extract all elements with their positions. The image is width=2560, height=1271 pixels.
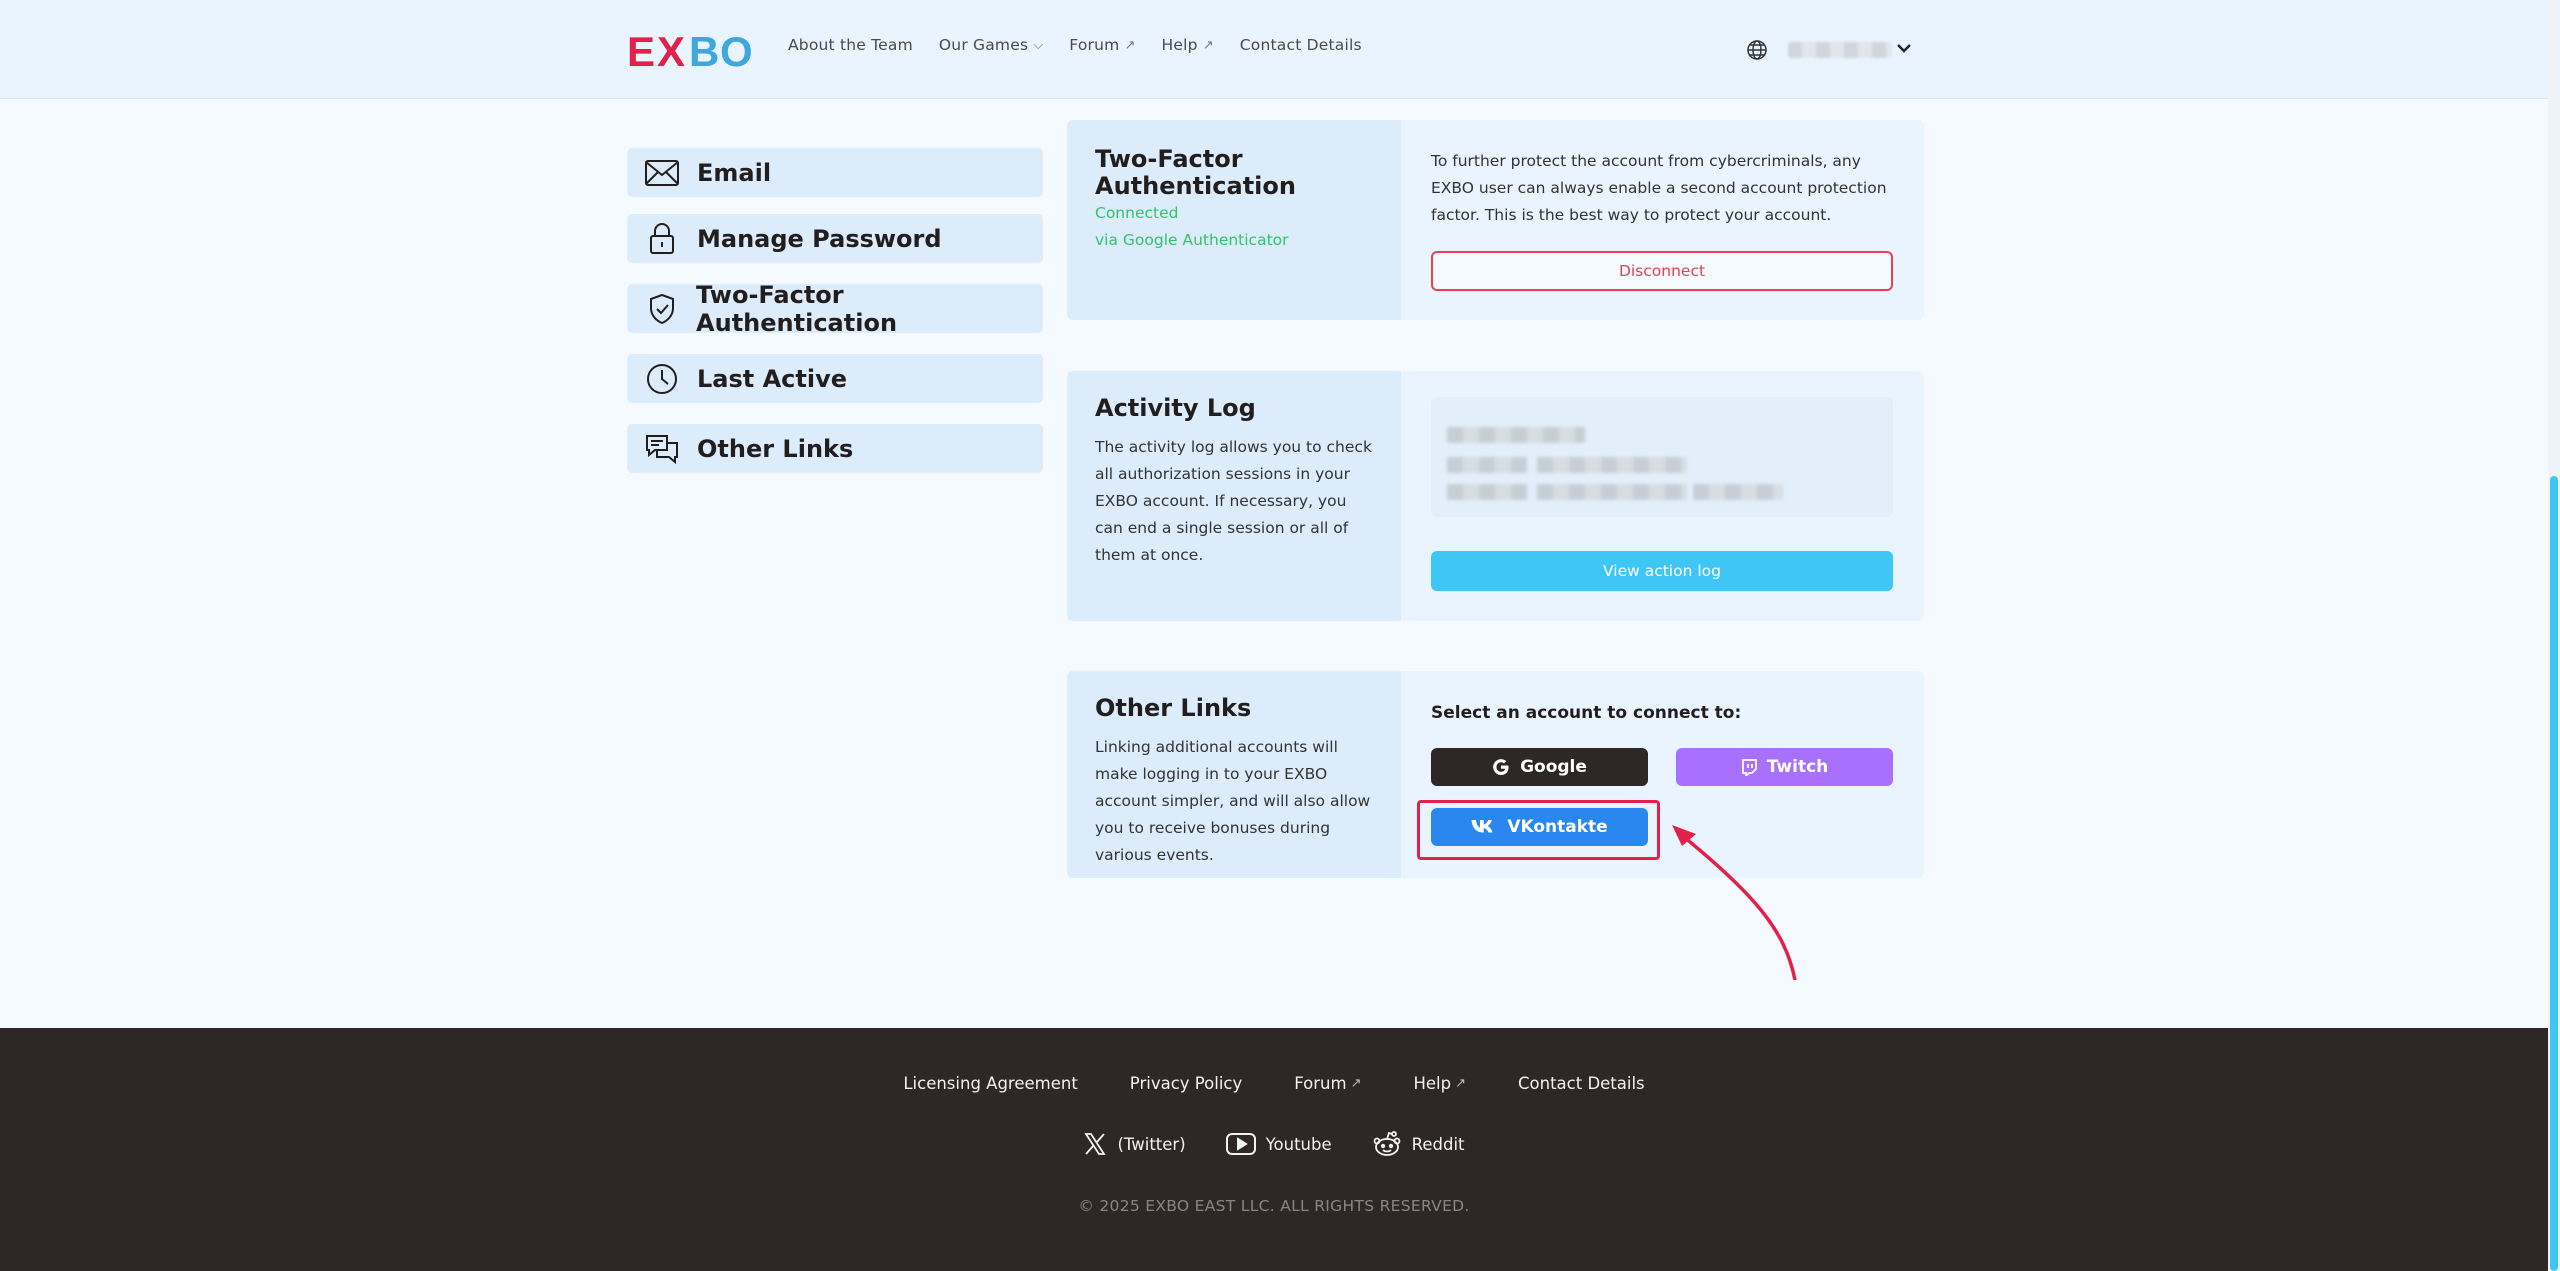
- lock-icon: [645, 222, 679, 255]
- svg-text:B: B: [689, 28, 719, 72]
- disconnect-button[interactable]: Disconnect: [1431, 251, 1893, 291]
- other-links-title: Other Links: [1095, 694, 1252, 722]
- globe-icon[interactable]: [1746, 39, 1768, 61]
- shield-check-icon: [645, 293, 678, 325]
- nav-help[interactable]: Help ↗: [1162, 36, 1214, 54]
- external-link-icon: ↗: [1455, 1076, 1466, 1091]
- annotation-arrow: [1672, 825, 1797, 980]
- two-factor-method: via Google Authenticator: [1095, 231, 1289, 249]
- chevron-down-icon: ⌵: [1033, 37, 1044, 53]
- view-action-log-button[interactable]: View action log: [1431, 551, 1893, 591]
- activity-log-description: The activity log allows you to check all…: [1095, 438, 1372, 564]
- footer-link-help[interactable]: Help ↗: [1413, 1074, 1466, 1093]
- google-icon: [1493, 759, 1509, 775]
- footer-links: Licensing Agreement Privacy Policy Forum…: [0, 1074, 2548, 1093]
- chat-icon: [645, 433, 679, 465]
- annotation-highlight-box: [1417, 800, 1660, 860]
- activity-log-card: Activity Log The activity log allows you…: [1067, 371, 1924, 621]
- external-link-icon: ↗: [1350, 1076, 1362, 1091]
- sidebar-item-label: Email: [697, 158, 772, 187]
- clock-icon: [645, 363, 679, 395]
- footer-youtube-link[interactable]: Youtube: [1225, 1130, 1332, 1158]
- connect-twitch-button[interactable]: Twitch: [1676, 748, 1893, 786]
- sidebar-item-other-links[interactable]: Other Links: [627, 424, 1043, 473]
- footer-reddit-link[interactable]: Reddit: [1372, 1130, 1465, 1158]
- exbo-logo[interactable]: E X B O: [627, 28, 754, 72]
- other-links-description: Linking additional accounts will make lo…: [1095, 738, 1371, 864]
- twitch-icon: [1741, 758, 1757, 776]
- envelope-icon: [645, 157, 679, 189]
- chevron-down-icon[interactable]: [1896, 40, 1912, 56]
- connect-google-button[interactable]: Google: [1431, 748, 1648, 786]
- svg-text:X: X: [657, 28, 685, 72]
- sidebar-item-manage-password[interactable]: Manage Password: [627, 214, 1043, 263]
- footer-social: (Twitter) Youtube Reddit: [0, 1130, 2548, 1158]
- footer-link-licensing[interactable]: Licensing Agreement: [903, 1074, 1077, 1093]
- youtube-icon: [1225, 1133, 1256, 1155]
- site-header: E X B O About the Team Our Games ⌵ Forum ↗…: [0, 0, 2548, 99]
- site-footer: Licensing Agreement Privacy Policy Forum…: [0, 1028, 2548, 1271]
- footer-link-privacy[interactable]: Privacy Policy: [1130, 1074, 1242, 1093]
- connect-account-prompt: Select an account to connect to:: [1431, 703, 1742, 723]
- two-factor-description: To further protect the account from cybe…: [1431, 152, 1887, 224]
- two-factor-card-info: Two-Factor Authentication Connected via …: [1067, 120, 1401, 320]
- sidebar-item-label: Manage Password: [697, 224, 942, 253]
- sidebar-item-email[interactable]: Email: [627, 148, 1043, 197]
- two-factor-title: Two-Factor Authentication: [1095, 145, 1296, 200]
- external-link-icon: ↗: [1202, 37, 1214, 53]
- svg-text:E: E: [627, 28, 655, 72]
- recent-session-preview: [1431, 397, 1893, 517]
- sidebar-item-label: Two-Factor Authentication: [696, 280, 898, 337]
- two-factor-card: Two-Factor Authentication Connected via …: [1067, 120, 1924, 320]
- svg-text:O: O: [720, 28, 753, 72]
- reddit-icon: [1373, 1131, 1401, 1156]
- external-link-icon: ↗: [1124, 37, 1136, 53]
- nav-about-team[interactable]: About the Team: [788, 36, 913, 54]
- sidebar-item-label: Last Active: [697, 364, 848, 393]
- main-nav: About the Team Our Games ⌵ Forum ↗ Help ↗ C…: [788, 36, 1388, 54]
- activity-log-title: Activity Log: [1095, 394, 1256, 422]
- activity-log-card-actions: View action log: [1401, 371, 1924, 621]
- nav-our-games[interactable]: Our Games ⌵: [939, 36, 1043, 54]
- activity-log-card-info: Activity Log The activity log allows you…: [1067, 371, 1401, 621]
- footer-copyright: © 2025 EXBO EAST LLC. ALL RIGHTS RESERVE…: [1078, 1197, 1470, 1215]
- footer-twitter-link[interactable]: (Twitter): [1083, 1130, 1186, 1158]
- nav-forum[interactable]: Forum ↗: [1069, 36, 1135, 54]
- two-factor-card-actions: To further protect the account from cybe…: [1401, 120, 1924, 320]
- footer-link-contact[interactable]: Contact Details: [1518, 1074, 1645, 1093]
- sidebar-item-two-factor[interactable]: Two-Factor Authentication: [627, 281, 1043, 337]
- sidebar-item-last-active[interactable]: Last Active: [627, 354, 1043, 403]
- other-links-card-info: Other Links Linking additional accounts …: [1067, 671, 1401, 878]
- nav-contact-details[interactable]: Contact Details: [1240, 36, 1362, 54]
- page-scrollbar-thumb[interactable]: [2550, 476, 2558, 1271]
- user-menu-name[interactable]: [1788, 42, 1892, 58]
- two-factor-status: Connected: [1095, 204, 1179, 222]
- x-twitter-icon: [1084, 1133, 1107, 1155]
- sidebar-item-label: Other Links: [697, 434, 854, 463]
- footer-link-forum[interactable]: Forum ↗: [1294, 1074, 1361, 1093]
